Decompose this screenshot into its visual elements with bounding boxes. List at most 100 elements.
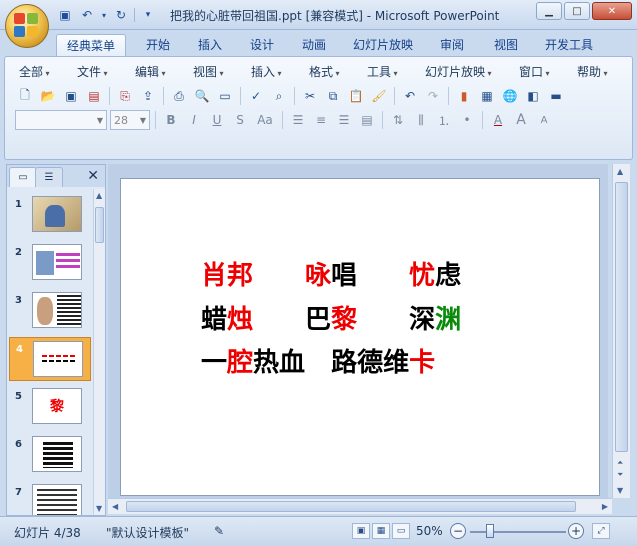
italic-button[interactable]: I [184,110,204,130]
print-icon[interactable]: ⎙ [169,86,189,106]
next-slide-icon[interactable]: ⏷ [617,470,623,480]
previous-slide-icon[interactable]: ⏶ [617,458,623,468]
slideshow-view-button[interactable]: ▭ [392,523,410,539]
text-direction-icon[interactable]: ⇅ [388,110,408,130]
zoom-level[interactable]: 50% [416,524,443,538]
justify-icon[interactable]: ▤ [357,110,377,130]
slide-horizontal-scrollbar[interactable]: ◀ ▶ [108,498,612,514]
slides-tab[interactable]: ▭ [9,167,37,187]
font-color-button[interactable]: A [488,110,508,130]
format-painter-icon[interactable]: 🖌 [369,86,389,106]
tab-animation[interactable]: 动画 [292,34,336,56]
color-grayscale-icon[interactable]: ◧ [523,86,543,106]
redo-icon[interactable]: ↷ [423,86,443,106]
menu-window[interactable]: 窗口 [519,63,550,80]
scroll-down-icon[interactable]: ▼ [96,504,102,513]
copy-icon[interactable]: ⧉ [323,86,343,106]
export-pdf-icon[interactable]: ⎘ [115,86,135,106]
redo-icon[interactable]: ↻ [112,7,130,23]
font-name-combo[interactable]: ▼ [15,110,107,130]
menu-help[interactable]: 帮助 [577,63,608,80]
tab-developer[interactable]: 开发工具 [538,34,600,56]
fit-to-window-icon[interactable]: ⤢ [592,523,610,539]
hyperlink-icon[interactable]: 🌐 [500,86,520,106]
scrollbar-thumb[interactable] [615,182,628,452]
close-icon[interactable]: ✕ [87,168,99,184]
slide-thumbnail[interactable]: 6 [9,433,91,477]
change-case-button[interactable]: Aa [253,110,277,130]
slide-thumbnail[interactable]: 3 [9,289,91,333]
scrollbar-thumb[interactable] [126,501,576,512]
slide-vertical-scrollbar[interactable]: ▲ ⏶ ⏷ ▼ [612,164,630,498]
zoom-slider[interactable] [470,531,566,533]
new-icon[interactable]: 🗋 [15,86,35,106]
slide-thumbnail[interactable]: 5 黎 [9,385,91,429]
underline-button[interactable]: U [207,110,227,130]
slides-pane-scrollbar[interactable]: ▲ ▼ [93,189,105,515]
show-grid-icon[interactable]: ▬ [546,86,566,106]
zoom-out-icon[interactable]: − [450,523,466,539]
scrollbar-thumb[interactable] [95,207,104,243]
align-center-icon[interactable]: ≡ [311,110,331,130]
research-icon[interactable]: ⌕ [269,86,289,106]
bold-button[interactable]: B [161,110,181,130]
maximize-button[interactable]: □ [564,2,590,20]
tab-classic-menu[interactable]: 经典菜单 [56,34,126,56]
publish-icon[interactable]: ⇪ [138,86,158,106]
menu-tools[interactable]: 工具 [367,63,398,80]
menu-format[interactable]: 格式 [309,63,340,80]
office-button[interactable] [5,4,49,48]
shadow-button[interactable]: S [230,110,250,130]
minimize-button[interactable]: ▁ [536,2,562,20]
scroll-up-icon[interactable]: ▲ [617,167,623,176]
slide-thumbnail[interactable]: 7 [9,481,91,515]
insert-chart-icon[interactable]: ▮ [454,86,474,106]
slide-sorter-view-button[interactable]: ▦ [372,523,390,539]
zoom-slider-handle[interactable] [486,524,494,538]
print-preview-icon[interactable]: 🔍 [192,86,212,106]
columns-icon[interactable]: ⫼ [411,110,431,130]
normal-view-button[interactable]: ▣ [352,523,370,539]
bullets-icon[interactable]: • [457,110,477,130]
save-icon[interactable]: ▣ [61,86,81,106]
grow-font-button[interactable]: A [511,110,531,130]
menu-slideshow[interactable]: 幻灯片放映 [425,63,492,80]
scroll-up-icon[interactable]: ▲ [96,191,102,200]
tab-view[interactable]: 视图 [484,34,528,56]
tab-home[interactable]: 开始 [136,34,180,56]
save-icon[interactable]: ▣ [56,7,74,23]
align-right-icon[interactable]: ☰ [334,110,354,130]
undo-dropdown-icon[interactable]: ▾ [100,7,108,23]
menu-edit[interactable]: 编辑 [135,63,166,80]
open-icon[interactable]: 📂 [38,86,58,106]
permission-icon[interactable]: ▤ [84,86,104,106]
menu-file[interactable]: 文件 [77,63,108,80]
outline-tab[interactable]: ☰ [35,167,63,187]
menu-insert[interactable]: 插入 [251,63,282,80]
scroll-down-icon[interactable]: ▼ [617,486,623,495]
align-left-icon[interactable]: ☰ [288,110,308,130]
slide-icon[interactable]: ▭ [215,86,235,106]
spell-check-icon[interactable]: ✎ [214,524,224,538]
scroll-right-icon[interactable]: ▶ [602,502,608,511]
zoom-in-icon[interactable]: + [568,523,584,539]
shrink-font-button[interactable]: A [534,110,554,130]
customize-qat-icon[interactable]: ▾ [139,7,157,23]
tab-insert[interactable]: 插入 [188,34,232,56]
current-slide[interactable]: 肖邦 咏唱 忧虑 蜡烛 巴黎 深渊 一腔热血 路德维卡 [120,178,600,496]
tab-design[interactable]: 设计 [240,34,284,56]
insert-table-icon[interactable]: ▦ [477,86,497,106]
spelling-icon[interactable]: ✓ [246,86,266,106]
font-size-combo[interactable]: 28 ▼ [110,110,150,130]
paste-icon[interactable]: 📋 [346,86,366,106]
scroll-left-icon[interactable]: ◀ [112,502,118,511]
cut-icon[interactable]: ✂ [300,86,320,106]
slide-thumbnail-selected[interactable]: 4 [9,337,91,381]
undo-icon[interactable]: ↶ [400,86,420,106]
menu-all[interactable]: 全部 [19,63,50,80]
slide-thumbnail[interactable]: 2 [9,241,91,285]
menu-view[interactable]: 视图 [193,63,224,80]
slide-thumbnail[interactable]: 1 [9,193,91,237]
tab-slideshow[interactable]: 幻灯片放映 [346,34,420,56]
undo-icon[interactable]: ↶ [78,7,96,23]
